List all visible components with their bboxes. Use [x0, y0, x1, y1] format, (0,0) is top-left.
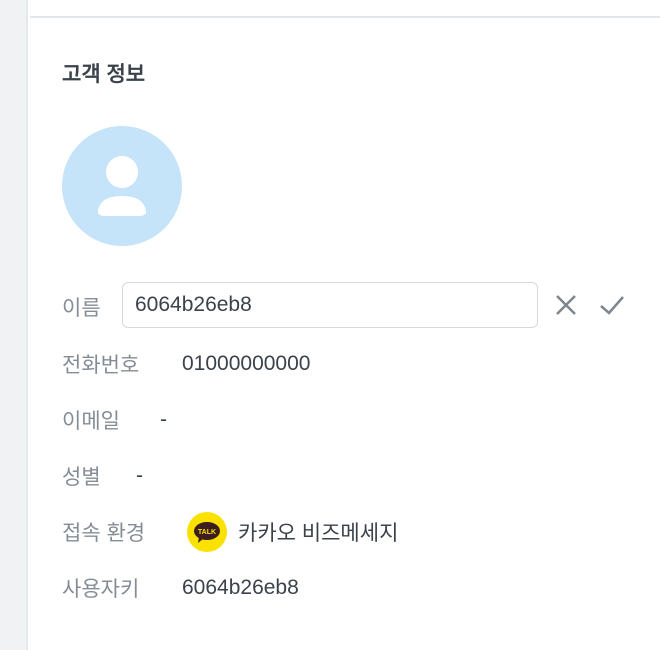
user-key-value: 6064b26eb8	[182, 576, 299, 599]
phone-label: 전화번호	[62, 354, 140, 377]
gender-value: -	[136, 464, 143, 487]
name-input[interactable]	[122, 282, 538, 328]
confirm-button[interactable]	[599, 292, 625, 318]
name-row: 이름	[62, 292, 101, 322]
channel-label: 접속 환경	[62, 522, 146, 545]
kakao-talk-icon: TALK	[187, 512, 227, 552]
channel-value: 카카오 비즈메세지	[238, 522, 399, 545]
phone-value: 01000000000	[182, 352, 311, 375]
top-bar	[30, 0, 660, 18]
close-icon	[556, 295, 576, 315]
user-key-row: 사용자키 6064b26eb8	[62, 573, 462, 603]
section-title: 고객 정보	[62, 63, 146, 86]
channel-row: 접속 환경 카카오 비즈메세지	[62, 517, 482, 547]
gender-label: 성별	[62, 466, 101, 489]
user-icon	[98, 156, 146, 216]
check-icon	[600, 296, 624, 315]
phone-row: 전화번호 01000000000	[62, 349, 462, 379]
name-label: 이름	[62, 297, 101, 320]
talk-text: TALK	[198, 529, 216, 536]
user-key-label: 사용자키	[62, 578, 140, 601]
email-label: 이메일	[62, 410, 120, 433]
gender-row: 성별 -	[62, 461, 462, 491]
cancel-button[interactable]	[553, 292, 579, 318]
sidebar	[0, 0, 28, 650]
email-value: -	[160, 408, 167, 431]
avatar	[62, 126, 182, 246]
email-row: 이메일 -	[62, 405, 462, 435]
